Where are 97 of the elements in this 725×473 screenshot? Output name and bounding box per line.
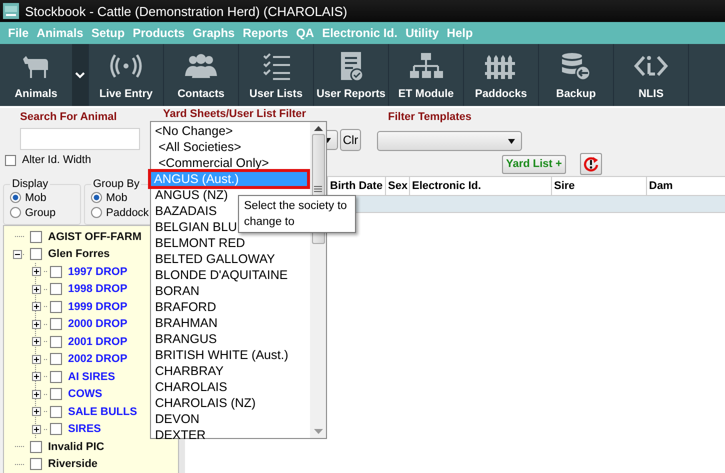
yard-list-button[interactable]: Yard List + <box>502 154 566 174</box>
radio-label: Mob <box>25 192 46 204</box>
checkbox[interactable] <box>50 388 62 400</box>
toolbar-button[interactable]: User Reports <box>314 44 388 106</box>
scroll-down-icon <box>314 429 322 434</box>
tree-item[interactable]: Glen Forres <box>48 248 110 260</box>
checkbox[interactable] <box>50 336 62 348</box>
toolbar-button[interactable]: Contacts <box>164 44 238 106</box>
checkbox[interactable] <box>50 318 62 330</box>
tree-item[interactable]: Invalid PIC <box>48 440 104 453</box>
column-header[interactable]: Sex <box>386 177 410 195</box>
radio-label: Mob <box>106 192 128 204</box>
expand-icon[interactable] <box>32 320 41 329</box>
checkbox[interactable] <box>50 283 62 296</box>
list-item[interactable]: BELMONT RED <box>151 235 310 251</box>
radio-button[interactable] <box>10 192 21 203</box>
list-item[interactable]: BORAN <box>151 283 310 299</box>
checkbox[interactable] <box>5 154 16 166</box>
list-item[interactable]: BLONDE D'AQUITAINE <box>151 267 310 283</box>
toolbar-button[interactable]: Backup <box>539 44 613 106</box>
toolbar-button[interactable]: User Lists <box>239 44 313 106</box>
tree-item[interactable]: 2001 DROP <box>68 336 128 348</box>
tree-item[interactable]: 2000 DROP <box>68 318 128 330</box>
toolbar-button[interactable]: Paddocks <box>464 44 538 106</box>
list-item[interactable]: BRITISH WHITE (Aust.) <box>151 347 310 363</box>
clear-button[interactable]: Clr <box>340 129 361 151</box>
checkbox[interactable] <box>50 300 62 313</box>
tree-item[interactable]: AI SIRES <box>68 370 116 383</box>
list-item[interactable]: BRANGUS <box>151 331 310 347</box>
collapse-icon[interactable] <box>13 250 22 259</box>
list-item[interactable]: DEVON <box>151 411 310 427</box>
list-item[interactable]: <No Change> <box>151 123 310 139</box>
group-label: Group By <box>92 178 140 190</box>
refresh-button[interactable] <box>580 153 602 175</box>
tree-item[interactable]: 1998 DROP <box>68 283 128 296</box>
tree-item[interactable]: SALE BULLS <box>68 406 138 418</box>
tree-item[interactable]: 1999 DROP <box>68 300 128 313</box>
radio-button[interactable] <box>91 192 102 203</box>
tree-item[interactable]: COWS <box>68 388 102 400</box>
tree-item[interactable]: AGIST OFF-FARM <box>48 230 142 243</box>
expand-icon[interactable] <box>32 337 41 346</box>
tree-item[interactable]: SIRES <box>68 423 102 436</box>
filter-templates-dropdown[interactable] <box>377 131 522 151</box>
tree-item[interactable]: 1997 DROP <box>68 266 128 278</box>
list-item[interactable]: CHARBRAY <box>151 363 310 379</box>
column-header[interactable]: Electronic Id. <box>410 177 552 195</box>
expand-icon[interactable] <box>32 407 41 416</box>
group-label: Display <box>11 178 50 190</box>
checkbox[interactable] <box>30 248 42 260</box>
app-icon <box>3 3 19 19</box>
expand-icon[interactable] <box>32 302 41 312</box>
list-item[interactable]: BRAHMAN <box>151 315 310 331</box>
grip-icon <box>314 186 322 192</box>
toolbar-button[interactable]: Animals <box>0 44 72 106</box>
tooltip: Select the society to change to <box>238 195 356 233</box>
window-title: Stockbook - Cattle (Demonstration Herd) (CHAROLAIS) <box>25 4 348 18</box>
filter-templates-label: Filter Templates <box>388 111 473 125</box>
search-field[interactable] <box>20 128 140 150</box>
list-item[interactable]: BELTED GALLOWAY <box>151 251 310 267</box>
checkbox-label: Alter Id. Width <box>22 154 92 166</box>
expand-icon[interactable] <box>32 372 41 382</box>
list-item[interactable]: <All Societies> <box>151 139 310 155</box>
checkbox[interactable] <box>50 370 62 383</box>
checkbox[interactable] <box>50 266 62 278</box>
checkbox[interactable] <box>30 458 42 470</box>
list-item[interactable]: CHAROLAIS <box>151 379 310 395</box>
dropdown-arrow-icon <box>506 138 518 144</box>
checkbox[interactable] <box>50 406 62 418</box>
chevron-down-icon <box>75 72 85 78</box>
expand-icon[interactable] <box>32 390 41 399</box>
expand-icon[interactable] <box>32 267 41 276</box>
tree-item[interactable]: Riverside <box>48 458 98 470</box>
checkbox[interactable] <box>50 423 62 436</box>
list-item[interactable]: DEXTER <box>151 427 310 443</box>
filter-label: Yard Sheets/User List Filter <box>163 108 308 120</box>
toolbar-button[interactable]: ET Module <box>389 44 463 106</box>
expand-icon[interactable] <box>32 284 41 294</box>
radio-label: Group <box>25 206 56 218</box>
list-item[interactable]: <Commercial Only> <box>151 155 310 171</box>
toolbar-button[interactable]: NLIS <box>614 44 688 106</box>
radio-button[interactable] <box>10 207 21 218</box>
checkbox[interactable] <box>30 230 42 243</box>
radio-button[interactable] <box>91 207 102 218</box>
expand-icon[interactable] <box>32 354 41 364</box>
expand-icon[interactable] <box>32 424 41 434</box>
toolbar-button[interactable]: Live Entry <box>89 44 163 106</box>
checkbox[interactable] <box>50 353 62 366</box>
refresh-alert-icon <box>582 156 599 172</box>
column-header[interactable]: Sire <box>552 177 647 195</box>
list-item[interactable]: CHAROLAIS (NZ) <box>151 395 310 411</box>
radio-label: Paddock <box>106 206 149 218</box>
list-item[interactable]: BRAFORD <box>151 299 310 315</box>
checkbox[interactable] <box>30 440 42 453</box>
search-label: Search For Animal <box>20 111 118 125</box>
column-header[interactable]: Dam <box>647 177 725 195</box>
tree-item[interactable]: 2002 DROP <box>68 353 128 366</box>
dropdown-arrow-button[interactable] <box>72 44 88 106</box>
